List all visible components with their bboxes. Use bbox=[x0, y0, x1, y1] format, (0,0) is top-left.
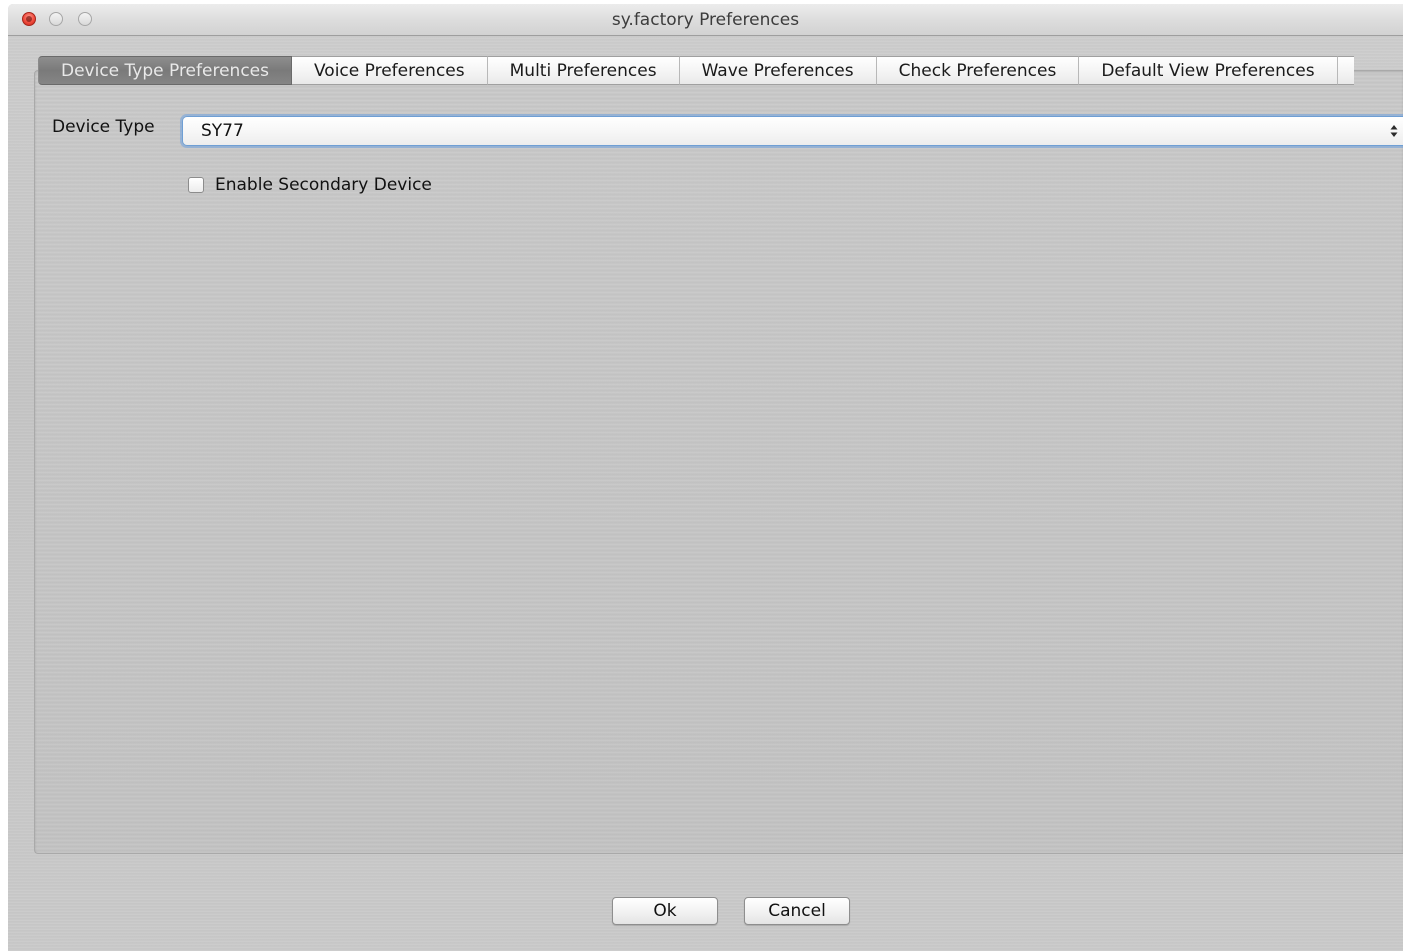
tab-check-preferences[interactable]: Check Preferences bbox=[876, 56, 1080, 85]
tab-overflow-stub[interactable] bbox=[1337, 56, 1354, 85]
enable-secondary-device-checkbox[interactable] bbox=[188, 177, 204, 193]
tab-device-type-preferences[interactable]: Device Type Preferences bbox=[38, 56, 292, 85]
enable-secondary-device-row[interactable]: Enable Secondary Device bbox=[188, 175, 432, 195]
updown-arrows-icon bbox=[1390, 125, 1398, 137]
tab-multi-preferences[interactable]: Multi Preferences bbox=[487, 56, 680, 85]
tab-default-view-preferences[interactable]: Default View Preferences bbox=[1079, 56, 1338, 85]
window-title: sy.factory Preferences bbox=[611, 10, 800, 30]
enable-secondary-device-label[interactable]: Enable Secondary Device bbox=[215, 175, 432, 195]
preferences-window: sy.factory Preferences Device Type Prefe… bbox=[8, 4, 1403, 951]
tab-voice-preferences[interactable]: Voice Preferences bbox=[291, 56, 488, 85]
device-type-value: SY77 bbox=[201, 121, 244, 141]
tab-wave-preferences[interactable]: Wave Preferences bbox=[679, 56, 877, 85]
title-bar: sy.factory Preferences bbox=[8, 4, 1403, 36]
cancel-button[interactable]: Cancel bbox=[744, 897, 850, 925]
ok-button[interactable]: Ok bbox=[612, 897, 718, 925]
tab-bar: Device Type Preferences Voice Preference… bbox=[38, 56, 1354, 85]
device-type-label: Device Type bbox=[52, 117, 155, 137]
device-type-select[interactable]: SY77 bbox=[182, 116, 1403, 146]
